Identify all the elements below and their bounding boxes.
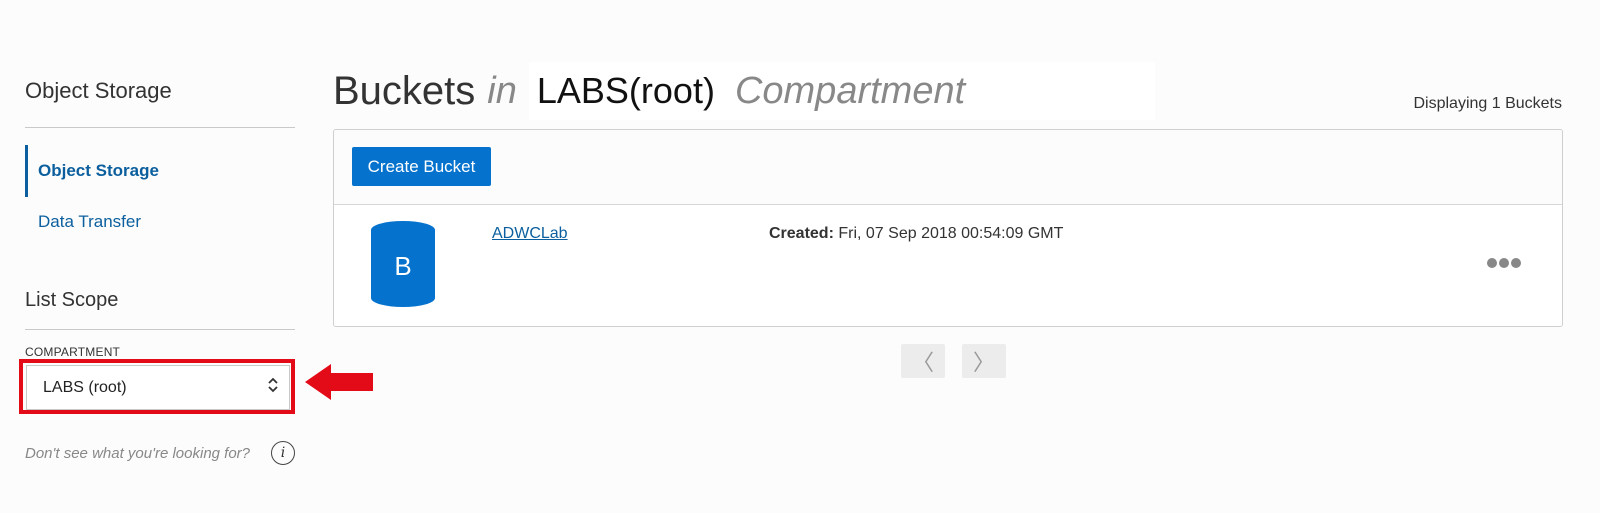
red-arrow-icon [305,364,373,400]
list-item: B ADWCLab Created: Fri, 07 Sep 2018 00:5… [334,205,1562,326]
sidebar-title: Object Storage [25,78,172,103]
help-hint: Don't see what you're looking for? i [25,441,295,465]
chevron-left-icon: 〈 [911,350,934,375]
sidebar-item-data-transfer[interactable]: Data Transfer [25,196,285,248]
up-down-chevron-icon [267,375,279,400]
compartment-select[interactable]: LABS (root) [26,365,290,410]
create-bucket-button[interactable]: Create Bucket [352,147,491,186]
divider [25,127,295,128]
more-actions-button[interactable] [1484,251,1524,275]
sidebar-item-label: Data Transfer [38,212,141,231]
page-title: Buckets in LABS(root) Compartment [333,62,1156,120]
list-scope-title: List Scope [25,289,119,311]
bucket-name-link[interactable]: ADWCLab [492,225,568,243]
compartment-select-value: LABS (root) [43,378,127,396]
sidebar-item-object-storage[interactable]: Object Storage [25,145,285,197]
divider [25,329,295,330]
bucket-icon: B [371,221,435,307]
page-title-compartment-box: LABS(root) [528,62,723,120]
sidebar-item-label: Object Storage [38,161,159,180]
next-page-button[interactable]: 〉 [962,344,1006,378]
toolbar: Create Bucket [334,130,1562,205]
ellipsis-icon [1487,258,1521,268]
page-title-compartment-name: LABS(root) [536,70,715,111]
created-label: Created: [769,225,834,242]
created-value: Fri, 07 Sep 2018 00:54:09 GMT [838,225,1064,242]
page-title-suffix-box: Compartment [722,62,1156,120]
bucket-created: Created: Fri, 07 Sep 2018 00:54:09 GMT [769,225,1063,243]
info-icon[interactable]: i [271,441,295,465]
help-text: Don't see what you're looking for? [25,444,251,462]
page-title-in: in [487,69,517,112]
chevron-right-icon: 〉 [972,350,995,375]
buckets-panel: Create Bucket B ADWCLab Created: Fri, 07… [333,129,1563,327]
bucket-icon-letter: B [394,251,411,281]
object-storage-page: Object Storage Object Storage Data Trans… [0,0,1600,513]
page-title-suffix: Compartment [734,69,966,112]
compartment-label: COMPARTMENT [25,345,121,359]
bucket-count: Displaying 1 Buckets [1413,95,1562,112]
previous-page-button[interactable]: 〈 [901,344,945,378]
page-title-main: Buckets [333,68,476,113]
